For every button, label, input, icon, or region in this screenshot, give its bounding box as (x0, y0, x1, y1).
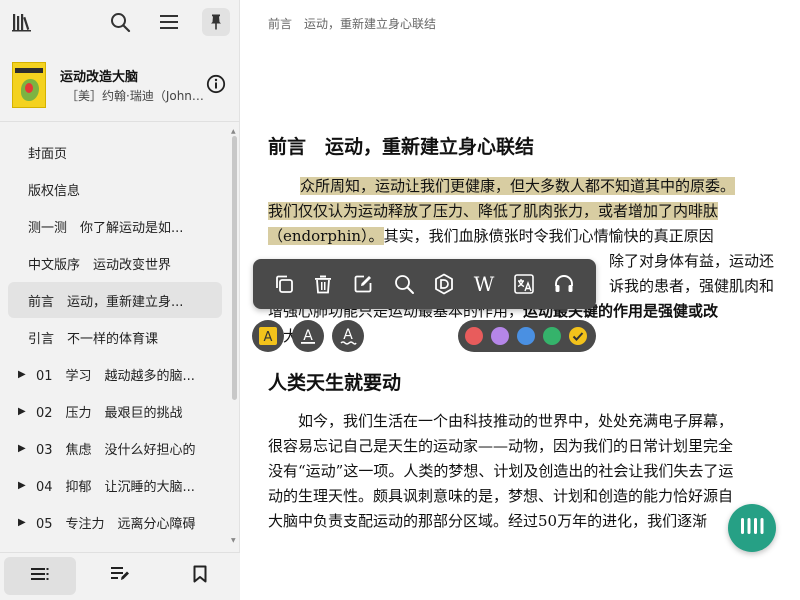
toc-item-label: 测一测 你了解运动是如... (28, 220, 184, 236)
scroll-down-arrow[interactable]: ▼ (231, 537, 236, 544)
selected-color-check-icon[interactable] (569, 327, 587, 345)
library-icon[interactable] (10, 10, 34, 34)
copy-icon[interactable] (271, 271, 297, 297)
pin-icon[interactable] (202, 8, 230, 36)
svg-text:A: A (343, 327, 353, 343)
dictionary-icon[interactable] (431, 271, 457, 297)
selection-toolbar: W (253, 259, 596, 309)
sidebar-tabs (0, 552, 240, 600)
tab-notes[interactable] (84, 557, 156, 595)
tab-bookmarks[interactable] (164, 557, 236, 595)
paragraph-line: 大脑中负责支配运动的那部分区域。经过50万年的进化，我们逐渐 (268, 512, 708, 530)
table-of-contents: 封面页版权信息测一测 你了解运动是如... 中文版序 运动改变世界 前言 运动，重新… (0, 132, 240, 544)
notes-edit-icon (110, 565, 130, 587)
highlight-style-button[interactable]: A (252, 320, 284, 352)
paragraph-text: 其实，我们血脉偾张时令我们心情愉快的真正原因 (383, 227, 714, 245)
paragraph-line: 很容易忘记自己是天生的运动家——动物，因为我们的日常计划里完全 (268, 437, 734, 455)
paragraph-line: 众所周知，运动让我们更健康，但大多数人都不知道其中的原委。 (268, 174, 774, 199)
toc-item-label: 03 焦虑 没什么好担心的 (36, 442, 196, 458)
search-icon[interactable] (391, 271, 417, 297)
section-title: 人类天生就要动 (268, 372, 402, 394)
toc-item[interactable]: ▶ 05 专注力 远离分心障碍 (8, 504, 222, 540)
toc-item-label: 01 学习 越动越多的脑... (36, 368, 195, 384)
toc-item-label: 05 专注力 远离分心障碍 (36, 516, 196, 532)
expand-arrow-icon[interactable]: ▶ (18, 406, 28, 417)
paragraph-line: 我们仅仅认为运动释放了压力、降低了肌肉张力，或者增加了内啡肽 (268, 199, 774, 224)
expand-arrow-icon[interactable]: ▶ (18, 369, 28, 380)
toc-item-label: 封面页 (28, 146, 68, 162)
highlighted-text[interactable]: 众所周知，运动让我们更健康，但大多数人都不知道其中的原委。 (300, 177, 736, 195)
highlight-color-swatch[interactable] (465, 327, 483, 345)
sidebar-toolbar (0, 0, 240, 44)
paragraph-line: （endorphin）。其实，我们血脉偾张时令我们心情愉快的真正原因 (268, 224, 774, 249)
wikipedia-icon[interactable]: W (471, 271, 497, 297)
svg-text:A: A (264, 330, 273, 345)
toc-list-icon (30, 566, 50, 586)
info-icon[interactable] (206, 74, 226, 94)
svg-text:A: A (303, 328, 313, 344)
highlight-color-bar (458, 320, 596, 352)
toc-item-label: 引言 不一样的体育课 (28, 331, 159, 347)
toc-item-label: 前言 运动，重新建立身... (28, 294, 184, 310)
highlighted-text[interactable]: （endorphin）。 (268, 227, 384, 245)
tab-toc[interactable] (4, 557, 76, 595)
squiggly-style-button[interactable]: A (332, 320, 364, 352)
toc-item[interactable]: ▶ 02 压力 最艰巨的挑战 (8, 393, 222, 429)
book-title: 运动改造大脑 (60, 70, 139, 85)
expand-arrow-icon[interactable]: ▶ (18, 480, 28, 491)
expand-arrow-icon[interactable]: ▶ (18, 443, 28, 454)
toc-item[interactable]: 封面页 (8, 134, 222, 170)
toc-item[interactable]: 中文版序 运动改变世界 (8, 245, 222, 281)
highlight-color-swatch[interactable] (491, 327, 509, 345)
highlighted-text[interactable]: 我们仅仅认为运动释放了压力、降低了肌肉张力，或者增加了内啡肽 (268, 202, 719, 220)
toc-item[interactable]: 测一测 你了解运动是如... (8, 208, 222, 244)
search-icon[interactable] (108, 10, 132, 34)
chapter-title: 前言 运动，重新建立身心联结 (268, 136, 535, 158)
paragraph-line: 如今，我们生活在一个由科技推动的世界中，处处充满电子屏幕， (268, 412, 734, 430)
toc-item[interactable]: ▶ 04 抑郁 让沉睡的大脑... (8, 467, 222, 503)
toc-item-label: 02 压力 最艰巨的挑战 (36, 405, 183, 421)
menu-icon[interactable] (157, 10, 181, 34)
reading-menu-button[interactable] (728, 504, 776, 552)
toc-item-label: 04 抑郁 让沉睡的大脑... (36, 479, 195, 495)
toc-item[interactable]: ▶ 03 焦虑 没什么好担心的 (8, 430, 222, 466)
toc-item[interactable]: ▶ 01 学习 越动越多的脑... (8, 356, 222, 392)
translate-icon[interactable] (511, 271, 537, 297)
toc-item-label: 中文版序 运动改变世界 (28, 257, 172, 273)
toc-item[interactable]: 引言 不一样的体育课 (8, 319, 222, 355)
paragraph-text: 诉我的患者，强健肌肉和 (608, 277, 774, 295)
toc-item[interactable]: 版权信息 (8, 171, 222, 207)
underline-style-button[interactable]: A (292, 320, 324, 352)
bars-icon (739, 516, 765, 540)
read-aloud-headphones-icon[interactable] (551, 271, 577, 297)
book-card[interactable]: 运动改造大脑 ［美］约翰·瑞迪（John R... (0, 52, 240, 122)
breadcrumb: 前言 运动，重新建立身心联结 (268, 17, 437, 31)
book-cover (12, 62, 46, 108)
toc-scrollbar[interactable] (232, 136, 237, 400)
delete-icon[interactable] (310, 271, 336, 297)
paragraph-line: 没有“运动”这一项。人类的梦想、计划及创造出的社会让我们失去了运 (268, 462, 734, 480)
paragraph-text: 除了对身体有益，运动还 (608, 252, 774, 270)
highlight-color-swatch[interactable] (543, 327, 561, 345)
bookmark-icon (192, 565, 208, 587)
scroll-up-arrow[interactable]: ▲ (231, 128, 236, 135)
book-author: ［美］约翰·瑞迪（John R... (66, 89, 206, 103)
sidebar: 运动改造大脑 ［美］约翰·瑞迪（John R... 封面页版权信息测一测 你了解… (0, 0, 240, 600)
paragraph-line: 动的生理天性。颇具讽刺意味的是，梦想、计划和创造的能力恰好源自 (268, 487, 734, 505)
toc-item-label: 版权信息 (28, 183, 81, 199)
edit-note-icon[interactable] (350, 271, 376, 297)
highlight-color-swatch[interactable] (517, 327, 535, 345)
expand-arrow-icon[interactable]: ▶ (18, 517, 28, 528)
toc-item[interactable]: 前言 运动，重新建立身... (8, 282, 222, 318)
